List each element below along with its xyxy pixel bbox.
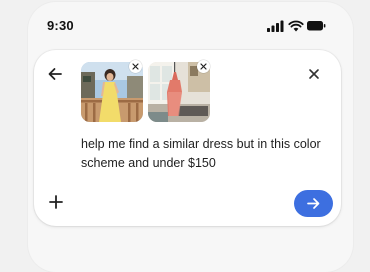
send-arrow-icon	[307, 198, 320, 209]
plus-icon[interactable]	[49, 195, 63, 209]
remove-attachment-icon[interactable]	[197, 60, 210, 73]
send-button[interactable]	[294, 190, 333, 217]
remove-attachment-icon[interactable]	[129, 60, 142, 73]
close-icon[interactable]	[308, 67, 320, 79]
battery-icon	[307, 21, 326, 31]
back-arrow-icon[interactable]	[47, 66, 63, 82]
prompt-text[interactable]: help me find a similar dress but in this…	[81, 135, 321, 173]
status-icons	[267, 19, 327, 32]
wifi-icon	[288, 20, 304, 32]
status-time: 9:30	[47, 18, 74, 33]
signal-icon	[267, 20, 284, 32]
